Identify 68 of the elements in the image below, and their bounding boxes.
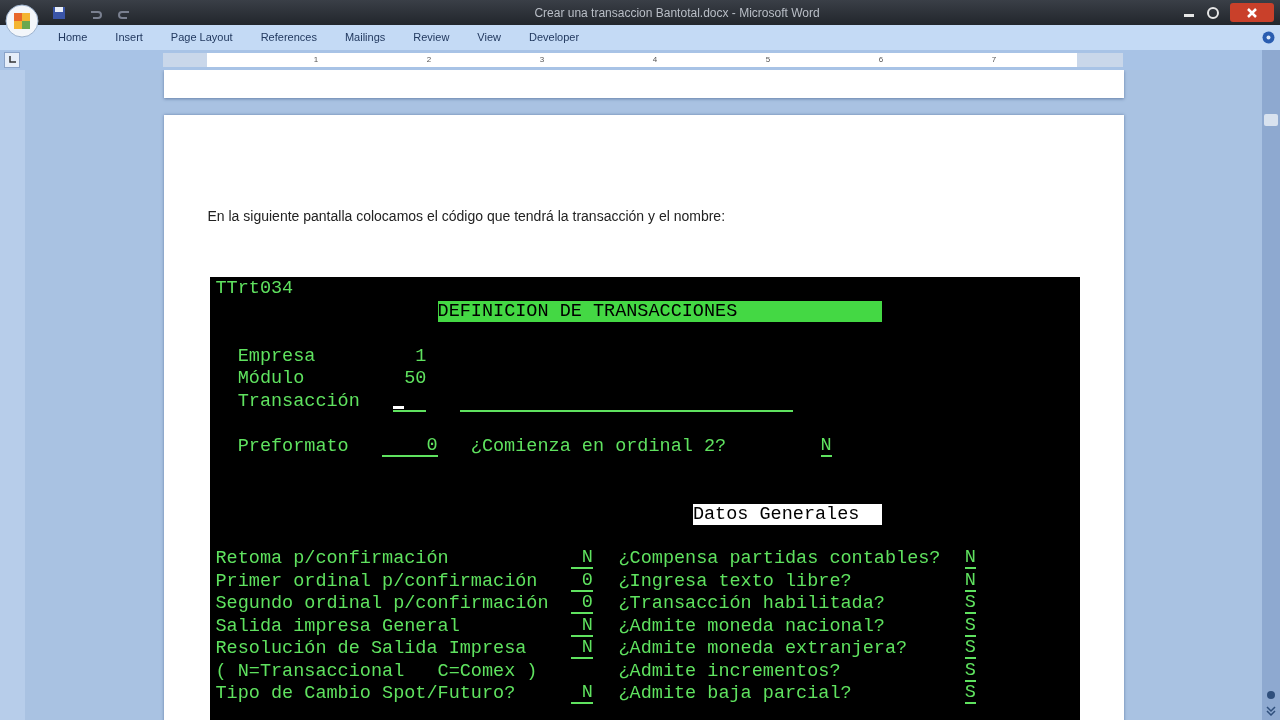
- input-field[interactable]: S: [964, 684, 976, 705]
- text-cursor: [393, 405, 405, 409]
- paragraph: En la siguiente pantalla colocamos el código que tendrá la transacción y el nombre:: [207, 207, 727, 225]
- field-label: Empresa: [237, 345, 316, 367]
- tab-selector-button[interactable]: [4, 52, 20, 68]
- field-value: 1: [415, 344, 427, 369]
- field-label: ¿Admite moneda nacional?: [618, 615, 885, 637]
- close-button[interactable]: [1230, 3, 1274, 22]
- program-id: TTrt034: [215, 277, 294, 302]
- input-field[interactable]: N: [570, 616, 593, 637]
- section-label: Datos Generales: [692, 503, 882, 525]
- input-field[interactable]: N: [570, 549, 593, 570]
- left-tab-icon: [8, 56, 16, 64]
- field-label: Retoma p/confirmación: [215, 548, 449, 570]
- ribbon-tab[interactable]: Page Layout: [170, 29, 233, 46]
- browse-object-icon[interactable]: [1265, 689, 1277, 701]
- save-icon[interactable]: [52, 5, 66, 20]
- ruler-number: 5: [764, 56, 772, 64]
- field-label: Módulo: [237, 368, 305, 390]
- ribbon-tab[interactable]: Mailings: [344, 29, 386, 46]
- maximize-icon[interactable]: [1206, 5, 1220, 20]
- ruler-number: 1: [312, 56, 320, 64]
- field-label: ¿Compensa partidas contables?: [618, 548, 941, 570]
- field-label: ¿Transacción habilitada?: [618, 593, 885, 615]
- input-field[interactable]: 0: [570, 594, 593, 615]
- ribbon-tab[interactable]: Home: [58, 29, 88, 46]
- vertical-scrollbar[interactable]: [1262, 70, 1280, 720]
- ribbon-tab[interactable]: Developer: [529, 29, 580, 46]
- help-icon[interactable]: [1262, 31, 1275, 44]
- input-field[interactable]: 0: [382, 436, 438, 457]
- field-label: ¿Admite baja parcial?: [618, 683, 852, 705]
- input-field[interactable]: N: [964, 549, 976, 570]
- ruler-number: 2: [425, 56, 433, 64]
- input-field[interactable]: S: [964, 594, 976, 615]
- ruler-number: 6: [877, 56, 885, 64]
- field-label: Preformato: [237, 435, 349, 457]
- ruler-number: 7: [990, 56, 998, 64]
- input-field[interactable]: 0: [570, 571, 593, 592]
- field-label: Primer ordinal p/confirmación: [215, 570, 538, 592]
- ruler-number: 4: [651, 56, 659, 64]
- field-label: ¿Ingresa texto libre?: [618, 570, 852, 592]
- screen-title: DEFINICION DE TRANSACCIONES: [437, 301, 882, 323]
- field-label: ¿Comienza en ordinal 2?: [470, 435, 727, 457]
- input-field[interactable]: S: [964, 661, 976, 682]
- input-field[interactable]: S: [964, 639, 976, 660]
- scroll-thumb[interactable]: [1264, 114, 1278, 126]
- field-label: Salida impresa General: [215, 615, 460, 637]
- close-icon: [1247, 7, 1257, 18]
- field-value: 50: [404, 367, 427, 392]
- field-label: ( N=Transaccional C=Comex ): [215, 660, 538, 682]
- ribbon-tab[interactable]: Review: [413, 29, 450, 46]
- field-label: ¿Admite incrementos?: [618, 660, 841, 682]
- field-label: ¿Admite moneda extranjera?: [618, 638, 908, 660]
- field-label: Segundo ordinal p/confirmación: [215, 593, 549, 615]
- next-page-icon[interactable]: [1265, 704, 1277, 716]
- input-field[interactable]: N: [820, 436, 832, 457]
- window-title: Crear una transaccion Bantotal.docx - Microsoft Word: [534, 4, 820, 22]
- field-label: Resolución de Salida Impresa: [215, 638, 527, 660]
- field-label: Transacción: [237, 390, 360, 412]
- input-field[interactable]: N: [570, 684, 593, 705]
- ribbon-tab[interactable]: References: [260, 29, 317, 46]
- input-field[interactable]: N: [964, 571, 976, 592]
- ribbon-tab[interactable]: Insert: [115, 29, 143, 46]
- input-field[interactable]: S: [964, 616, 976, 637]
- field-label: Tipo de Cambio Spot/Futuro?: [215, 683, 516, 705]
- input-field[interactable]: N: [570, 639, 593, 660]
- ribbon-tab[interactable]: View: [477, 29, 501, 46]
- ruler-number: 3: [538, 56, 546, 64]
